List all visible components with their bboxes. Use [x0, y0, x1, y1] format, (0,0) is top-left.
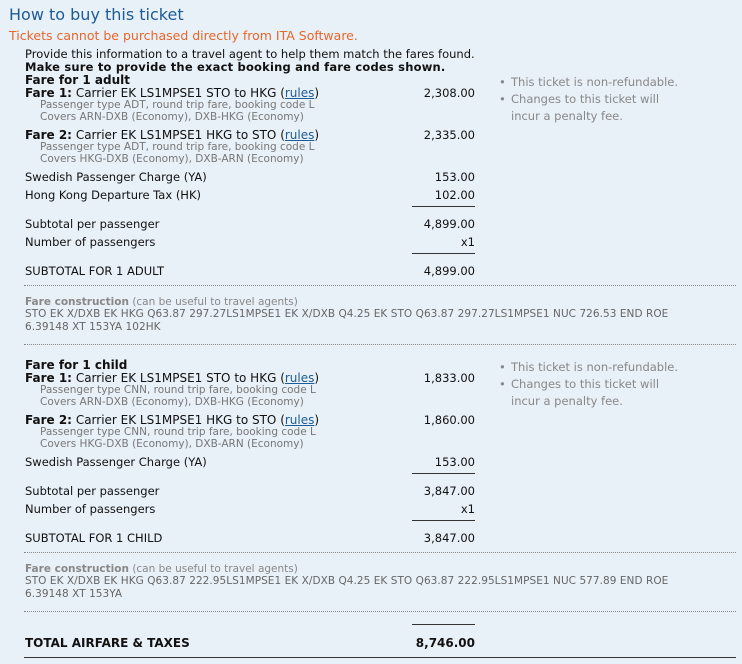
- grand-total-rule: [24, 657, 736, 658]
- amount-rule: [412, 624, 475, 625]
- child-fare2-covers: Covers HKG-DXB (Economy), DXB-ARN (Econo…: [40, 438, 304, 450]
- child-subtotal-amount: 3,847.00: [423, 484, 475, 498]
- amount-rule: [412, 473, 475, 474]
- fare-description: Carrier EK LS1MPSE1 HKG to STO: [75, 128, 277, 142]
- adult-ticket-notes: This ticket is non-refundable. Changes t…: [498, 74, 688, 125]
- adult-total-amount: 4,899.00: [423, 264, 475, 278]
- fare-label: Fare 2:: [25, 413, 72, 427]
- note-item: Changes to this ticket will incur a pena…: [498, 91, 688, 125]
- child-fare-construction-text: STO EK X/DXB EK HKG Q63.87 222.95LS1MPSE…: [25, 575, 669, 600]
- adult-fare1-detail: Passenger type ADT, round trip fare, boo…: [40, 99, 315, 111]
- amount-rule: [412, 253, 475, 254]
- fc-title: Fare construction: [25, 563, 129, 575]
- adult-subtotal-label: Subtotal per passenger: [25, 217, 160, 231]
- child-fare1-rules-link[interactable]: rules: [285, 371, 315, 385]
- fc-note: (can be useful to travel agents): [132, 563, 298, 575]
- child-fare1-detail: Passenger type CNN, round trip fare, boo…: [40, 384, 316, 396]
- child-fare1-covers: Covers ARN-DXB (Economy), DXB-HKG (Econo…: [40, 396, 304, 408]
- fare-description: Carrier EK LS1MPSE1 STO to HKG: [75, 86, 277, 100]
- child-tax-label: Swedish Passenger Charge (YA): [25, 455, 207, 469]
- child-ticket-notes: This ticket is non-refundable. Changes t…: [498, 359, 688, 410]
- adult-passengers-label: Number of passengers: [25, 235, 156, 249]
- adult-fare1-rules-link[interactable]: rules: [285, 86, 315, 100]
- child-passengers-count: x1: [460, 502, 475, 516]
- adult-fare1-covers: Covers ARN-DXB (Economy), DXB-HKG (Econo…: [40, 111, 304, 123]
- section-divider: [24, 552, 736, 553]
- note-item: This ticket is non-refundable.: [498, 74, 688, 91]
- child-fare-header: Fare for 1 child: [25, 358, 128, 372]
- child-passengers-label: Number of passengers: [25, 502, 156, 516]
- child-fare1-amount: 1,833.00: [423, 371, 475, 385]
- child-fare2-line: Fare 2: Carrier EK LS1MPSE1 HKG to STO (…: [25, 413, 320, 427]
- adult-fare2-covers: Covers HKG-DXB (Economy), DXB-ARN (Econo…: [40, 153, 304, 165]
- intro-emphasis: Make sure to provide the exact booking a…: [25, 60, 446, 74]
- child-fare1-line: Fare 1: Carrier EK LS1MPSE1 STO to HKG (…: [25, 371, 320, 385]
- page-title: How to buy this ticket: [9, 5, 184, 24]
- adult-tax-label: Swedish Passenger Charge (YA): [25, 170, 207, 184]
- note-item: This ticket is non-refundable.: [498, 359, 688, 376]
- child-fare2-rules-link[interactable]: rules: [285, 413, 315, 427]
- adult-fare2-amount: 2,335.00: [423, 128, 475, 142]
- child-tax-amount: 153.00: [434, 455, 475, 469]
- fare-label: Fare 2:: [25, 128, 72, 142]
- purchase-warning: Tickets cannot be purchased directly fro…: [9, 28, 358, 43]
- adult-fare1-amount: 2,308.00: [423, 86, 475, 100]
- section-divider: [24, 344, 736, 345]
- fare-label: Fare 1:: [25, 371, 72, 385]
- grand-total-amount: 8,746.00: [415, 636, 475, 650]
- child-fare2-detail: Passenger type CNN, round trip fare, boo…: [40, 426, 316, 438]
- adult-subtotal-amount: 4,899.00: [423, 217, 475, 231]
- amount-rule: [412, 520, 475, 521]
- adult-tax-amount: 102.00: [434, 188, 475, 202]
- child-fare-construction-label: Fare construction (can be useful to trav…: [25, 563, 298, 575]
- adult-tax-label: Hong Kong Departure Tax (HK): [25, 188, 201, 202]
- fc-title: Fare construction: [25, 296, 129, 308]
- adult-fare-construction-label: Fare construction (can be useful to trav…: [25, 296, 298, 308]
- adult-fare-header: Fare for 1 adult: [25, 73, 130, 87]
- child-total-label: SUBTOTAL FOR 1 CHILD: [25, 531, 163, 545]
- adult-fare2-line: Fare 2: Carrier EK LS1MPSE1 HKG to STO (…: [25, 128, 320, 142]
- section-divider: [24, 611, 736, 612]
- fare-label: Fare 1:: [25, 86, 72, 100]
- child-subtotal-label: Subtotal per passenger: [25, 484, 160, 498]
- intro-text: Provide this information to a travel age…: [25, 47, 475, 61]
- adult-total-label: SUBTOTAL FOR 1 ADULT: [25, 264, 165, 278]
- amount-rule: [412, 206, 475, 207]
- adult-fare2-detail: Passenger type ADT, round trip fare, boo…: [40, 141, 315, 153]
- adult-fare1-line: Fare 1: Carrier EK LS1MPSE1 STO to HKG (…: [25, 86, 320, 100]
- adult-fare2-rules-link[interactable]: rules: [285, 128, 315, 142]
- note-item: Changes to this ticket will incur a pena…: [498, 376, 688, 410]
- adult-fare-construction-text: STO EK X/DXB EK HKG Q63.87 297.27LS1MPSE…: [25, 308, 669, 333]
- grand-total-label: TOTAL AIRFARE & TAXES: [25, 636, 190, 650]
- fare-description: Carrier EK LS1MPSE1 STO to HKG: [75, 371, 277, 385]
- child-fare2-amount: 1,860.00: [423, 413, 475, 427]
- child-total-amount: 3,847.00: [423, 531, 475, 545]
- section-divider: [24, 285, 736, 286]
- adult-passengers-count: x1: [460, 235, 475, 249]
- adult-tax-amount: 153.00: [434, 170, 475, 184]
- fc-note: (can be useful to travel agents): [132, 296, 298, 308]
- fare-description: Carrier EK LS1MPSE1 HKG to STO: [75, 413, 277, 427]
